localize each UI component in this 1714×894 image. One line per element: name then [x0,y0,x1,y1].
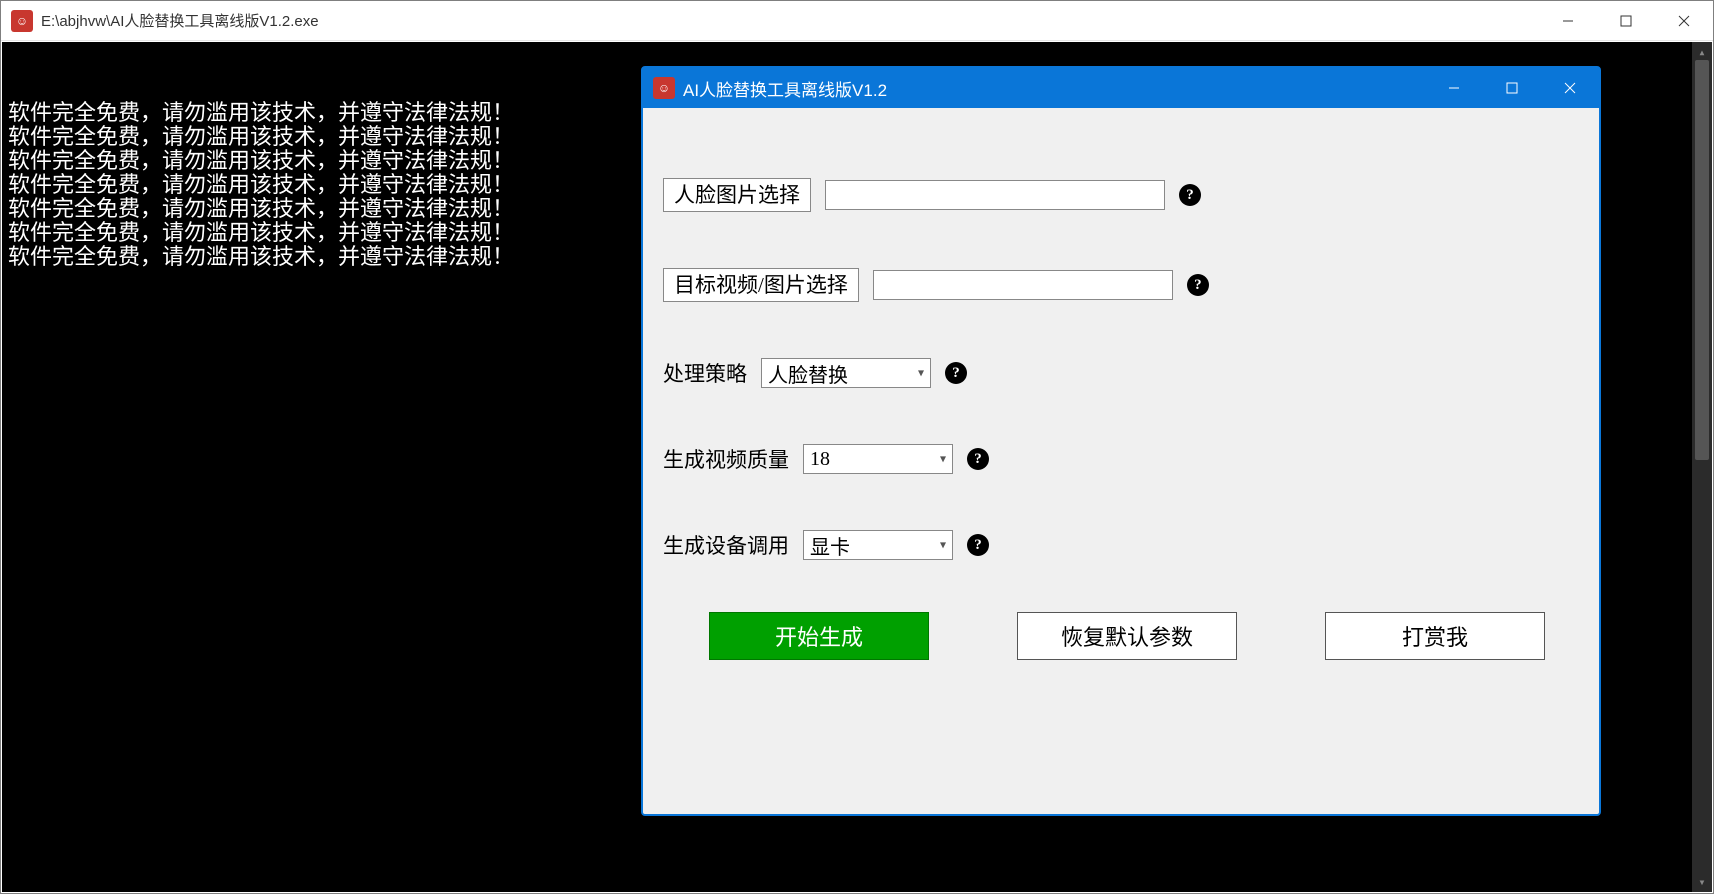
help-icon[interactable]: ? [945,362,967,384]
strategy-select[interactable]: 人脸替换 ▾ [761,358,931,388]
dialog-app-icon: ☺ [653,77,675,99]
target-path-input[interactable] [873,270,1173,300]
help-icon[interactable]: ? [967,534,989,556]
scroll-down-icon[interactable]: ▾ [1692,872,1712,892]
scroll-up-icon[interactable]: ▴ [1692,42,1712,62]
help-icon[interactable]: ? [967,448,989,470]
face-image-select-button[interactable]: 人脸图片选择 [663,178,811,212]
dialog-maximize-button[interactable] [1483,68,1541,108]
console-title: E:\abjhvw\AI人脸替换工具离线版V1.2.exe [41,10,319,31]
help-icon[interactable]: ? [1179,184,1201,206]
row-target: 目标视频/图片选择 ? [663,268,1579,302]
strategy-label: 处理策略 [663,358,747,388]
chevron-down-icon: ▾ [918,366,924,381]
dialog-title: AI人脸替换工具离线版V1.2 [683,76,887,101]
chevron-down-icon: ▾ [940,452,946,467]
device-select[interactable]: 显卡 ▾ [803,530,953,560]
start-button[interactable]: 开始生成 [709,612,929,660]
row-quality: 生成视频质量 18 ▾ ? [663,444,1579,474]
chevron-down-icon: ▾ [940,538,946,553]
strategy-value: 人脸替换 [768,359,848,388]
row-face-image: 人脸图片选择 ? [663,178,1579,212]
device-label: 生成设备调用 [663,530,789,560]
help-icon[interactable]: ? [1187,274,1209,296]
row-device: 生成设备调用 显卡 ▾ ? [663,530,1579,560]
quality-select[interactable]: 18 ▾ [803,444,953,474]
scroll-thumb[interactable] [1695,60,1709,460]
console-window: ☺ E:\abjhvw\AI人脸替换工具离线版V1.2.exe 软件完全免费，请… [0,0,1714,894]
dialog-body: 人脸图片选择 ? 目标视频/图片选择 ? 处理策略 人脸替换 ▾ ? 生成视频质… [643,108,1599,814]
row-strategy: 处理策略 人脸替换 ▾ ? [663,358,1579,388]
button-row: 开始生成 恢复默认参数 打赏我 [663,612,1579,660]
dialog-window: ☺ AI人脸替换工具离线版V1.2 人脸图片选择 ? 目标视频/图片选择 [641,66,1601,816]
maximize-button[interactable] [1597,1,1655,41]
dialog-minimize-button[interactable] [1425,68,1483,108]
target-select-button[interactable]: 目标视频/图片选择 [663,268,859,302]
quality-label: 生成视频质量 [663,444,789,474]
quality-value: 18 [810,448,830,471]
close-button[interactable] [1655,1,1713,41]
dialog-close-button[interactable] [1541,68,1599,108]
donate-button[interactable]: 打赏我 [1325,612,1545,660]
console-titlebar[interactable]: ☺ E:\abjhvw\AI人脸替换工具离线版V1.2.exe [1,1,1713,41]
dialog-titlebar[interactable]: ☺ AI人脸替换工具离线版V1.2 [643,68,1599,108]
face-image-path-input[interactable] [825,180,1165,210]
console-scrollbar[interactable]: ▴ ▾ [1692,42,1712,892]
device-value: 显卡 [810,531,850,560]
reset-button[interactable]: 恢复默认参数 [1017,612,1237,660]
app-icon: ☺ [11,10,33,32]
minimize-button[interactable] [1539,1,1597,41]
